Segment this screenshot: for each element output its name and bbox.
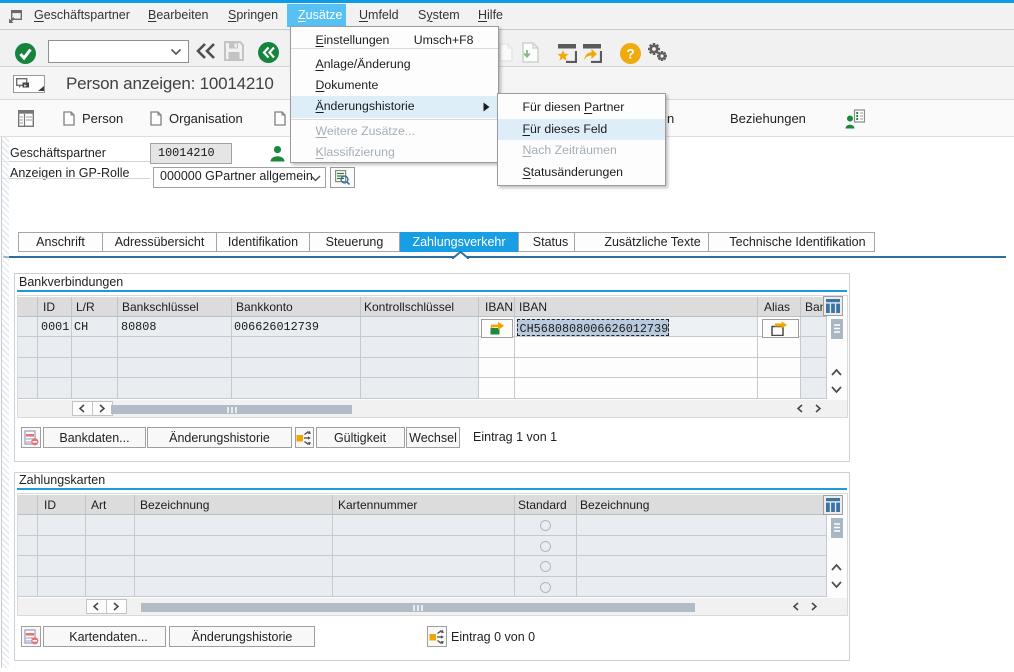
svg-text:?: ? xyxy=(626,46,635,62)
